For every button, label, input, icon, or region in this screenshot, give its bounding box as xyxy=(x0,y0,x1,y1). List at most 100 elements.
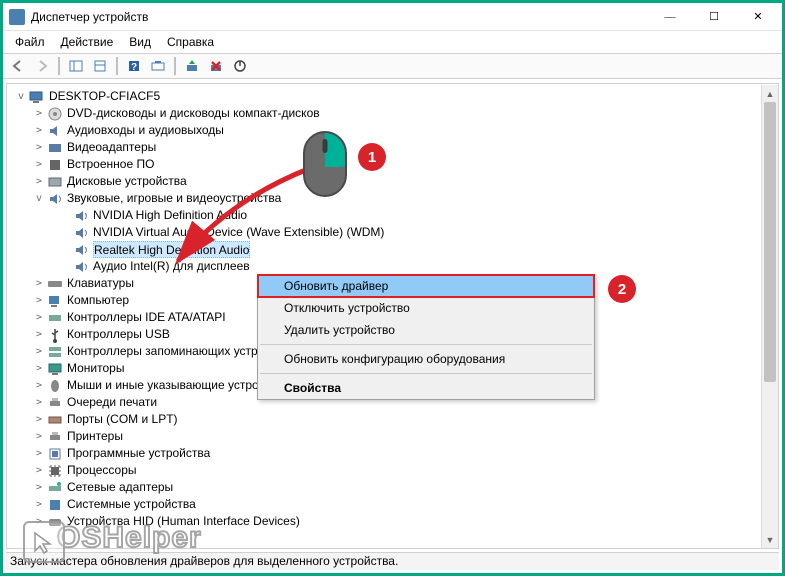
uninstall-button[interactable] xyxy=(205,55,227,77)
tree-category[interactable]: >Дисковые устройства xyxy=(13,173,778,190)
expand-icon[interactable]: > xyxy=(33,156,45,173)
tree-root[interactable]: v DESKTOP-CFIACF5 xyxy=(13,88,778,105)
tree-category-label: Очереди печати xyxy=(67,394,157,411)
scroll-down-button[interactable]: ▼ xyxy=(762,531,778,548)
expand-icon[interactable]: v xyxy=(33,190,45,207)
close-button[interactable]: ✕ xyxy=(736,3,780,31)
tree-category[interactable]: >Процессоры xyxy=(13,462,778,479)
expand-icon[interactable]: > xyxy=(33,445,45,462)
expand-icon[interactable]: > xyxy=(33,343,45,360)
category-icon xyxy=(47,106,63,122)
tree-category[interactable]: > Видеоадаптеры xyxy=(13,139,778,156)
device-icon xyxy=(73,259,89,275)
show-hide-tree-button[interactable] xyxy=(65,55,87,77)
expand-icon[interactable]: > xyxy=(33,411,45,428)
expand-icon[interactable]: > xyxy=(33,275,45,292)
update-driver-button[interactable] xyxy=(181,55,203,77)
toolbar-separator xyxy=(58,57,60,75)
expand-icon[interactable]: > xyxy=(33,394,45,411)
computer-icon xyxy=(29,89,45,105)
context-menu: Обновить драйвер Отключить устройство Уд… xyxy=(257,274,595,400)
tree-category[interactable]: > Сетевые адаптеры xyxy=(13,479,778,496)
tree-category-label: Контроллеры IDE ATA/ATAPI xyxy=(67,309,226,326)
category-icon xyxy=(47,514,63,530)
tree-category[interactable]: > Порты (COM и LPT) xyxy=(13,411,778,428)
annotation-badge-2: 2 xyxy=(608,275,636,303)
menu-view[interactable]: Вид xyxy=(123,33,157,51)
ctx-uninstall-device[interactable]: Удалить устройство xyxy=(258,319,594,341)
maximize-button[interactable]: ☐ xyxy=(692,3,736,31)
scan-hardware-button[interactable] xyxy=(147,55,169,77)
menu-help[interactable]: Справка xyxy=(161,33,220,51)
expand-icon[interactable]: > xyxy=(33,309,45,326)
help-button[interactable]: ? xyxy=(123,55,145,77)
expand-icon[interactable]: > xyxy=(33,479,45,496)
device-manager-window: Диспетчер устройств — ☐ ✕ Файл Действие … xyxy=(0,0,785,576)
category-icon xyxy=(47,395,63,411)
category-icon xyxy=(47,378,63,394)
tree-root-label: DESKTOP-CFIACF5 xyxy=(49,88,160,105)
tree-category[interactable]: >Устройства HID (Human Interface Devices… xyxy=(13,513,778,530)
ctx-scan-hardware[interactable]: Обновить конфигурацию оборудования xyxy=(258,348,594,370)
category-icon xyxy=(47,157,63,173)
expand-icon[interactable]: > xyxy=(33,496,45,513)
ctx-properties[interactable]: Свойства xyxy=(258,377,594,399)
tree-category-label: Сетевые адаптеры xyxy=(67,479,173,496)
expand-icon[interactable]: > xyxy=(33,428,45,445)
back-button[interactable] xyxy=(7,55,29,77)
category-icon xyxy=(47,463,63,479)
expand-icon[interactable]: > xyxy=(33,139,45,156)
tree-category-label: Программные устройства xyxy=(67,445,210,462)
expand-icon[interactable]: > xyxy=(33,105,45,122)
tree-category[interactable]: >Принтеры xyxy=(13,428,778,445)
tree-device[interactable]: NVIDIA Virtual Audio Device (Wave Extens… xyxy=(13,224,778,241)
tree-category[interactable]: >Встроенное ПО xyxy=(13,156,778,173)
annotation-badge-1: 1 xyxy=(358,143,386,171)
expand-icon[interactable]: > xyxy=(33,513,45,530)
expand-icon[interactable]: v xyxy=(15,88,27,105)
device-icon xyxy=(73,242,89,258)
tree-category[interactable]: > Системные устройства xyxy=(13,496,778,513)
mouse-annotation-icon xyxy=(303,131,347,197)
menu-action[interactable]: Действие xyxy=(55,33,120,51)
tree-category[interactable]: > Аудиовходы и аудиовыходы xyxy=(13,122,778,139)
tree-category[interactable]: vЗвуковые, игровые и видеоустройства xyxy=(13,190,778,207)
category-icon xyxy=(47,293,63,309)
category-icon xyxy=(47,446,63,462)
toolbar-separator xyxy=(116,57,118,75)
scroll-up-button[interactable]: ▲ xyxy=(762,85,778,102)
tree-category-label: Аудиовходы и аудиовыходы xyxy=(67,122,224,139)
tree-device[interactable]: NVIDIA High Definition Audio xyxy=(13,207,778,224)
expand-icon[interactable]: > xyxy=(33,292,45,309)
forward-button[interactable] xyxy=(31,55,53,77)
category-icon xyxy=(47,310,63,326)
ctx-update-driver[interactable]: Обновить драйвер xyxy=(258,275,594,297)
minimize-button[interactable]: — xyxy=(648,3,692,31)
expand-icon[interactable]: > xyxy=(33,462,45,479)
tree-category[interactable]: > DVD-дисководы и дисководы компакт-диско… xyxy=(13,105,778,122)
expand-icon[interactable]: > xyxy=(33,360,45,377)
expand-icon[interactable]: > xyxy=(33,326,45,343)
category-icon xyxy=(47,361,63,377)
disable-button[interactable] xyxy=(229,55,251,77)
tree-category[interactable]: > Программные устройства xyxy=(13,445,778,462)
tree-device[interactable]: Аудио Intel(R) для дисплеев xyxy=(13,258,778,275)
category-icon xyxy=(47,276,63,292)
category-icon xyxy=(47,123,63,139)
category-icon xyxy=(47,327,63,343)
tree-category-label: Видеоадаптеры xyxy=(67,139,156,156)
properties-button[interactable] xyxy=(89,55,111,77)
expand-icon[interactable]: > xyxy=(33,377,45,394)
tree-device[interactable]: Realtek High Definition Audio xyxy=(13,241,778,258)
ctx-disable-device[interactable]: Отключить устройство xyxy=(258,297,594,319)
tree-category-label: Системные устройства xyxy=(67,496,196,513)
category-icon xyxy=(47,140,63,156)
tree-category-label: DVD-дисководы и дисководы компакт-дисков xyxy=(67,105,320,122)
menu-file[interactable]: Файл xyxy=(9,33,51,51)
expand-icon[interactable]: > xyxy=(33,122,45,139)
scrollbar[interactable]: ▲ ▼ xyxy=(761,85,778,548)
tree-category-label: Порты (COM и LPT) xyxy=(67,411,178,428)
ctx-separator xyxy=(260,373,592,374)
scroll-thumb[interactable] xyxy=(764,102,776,382)
expand-icon[interactable]: > xyxy=(33,173,45,190)
